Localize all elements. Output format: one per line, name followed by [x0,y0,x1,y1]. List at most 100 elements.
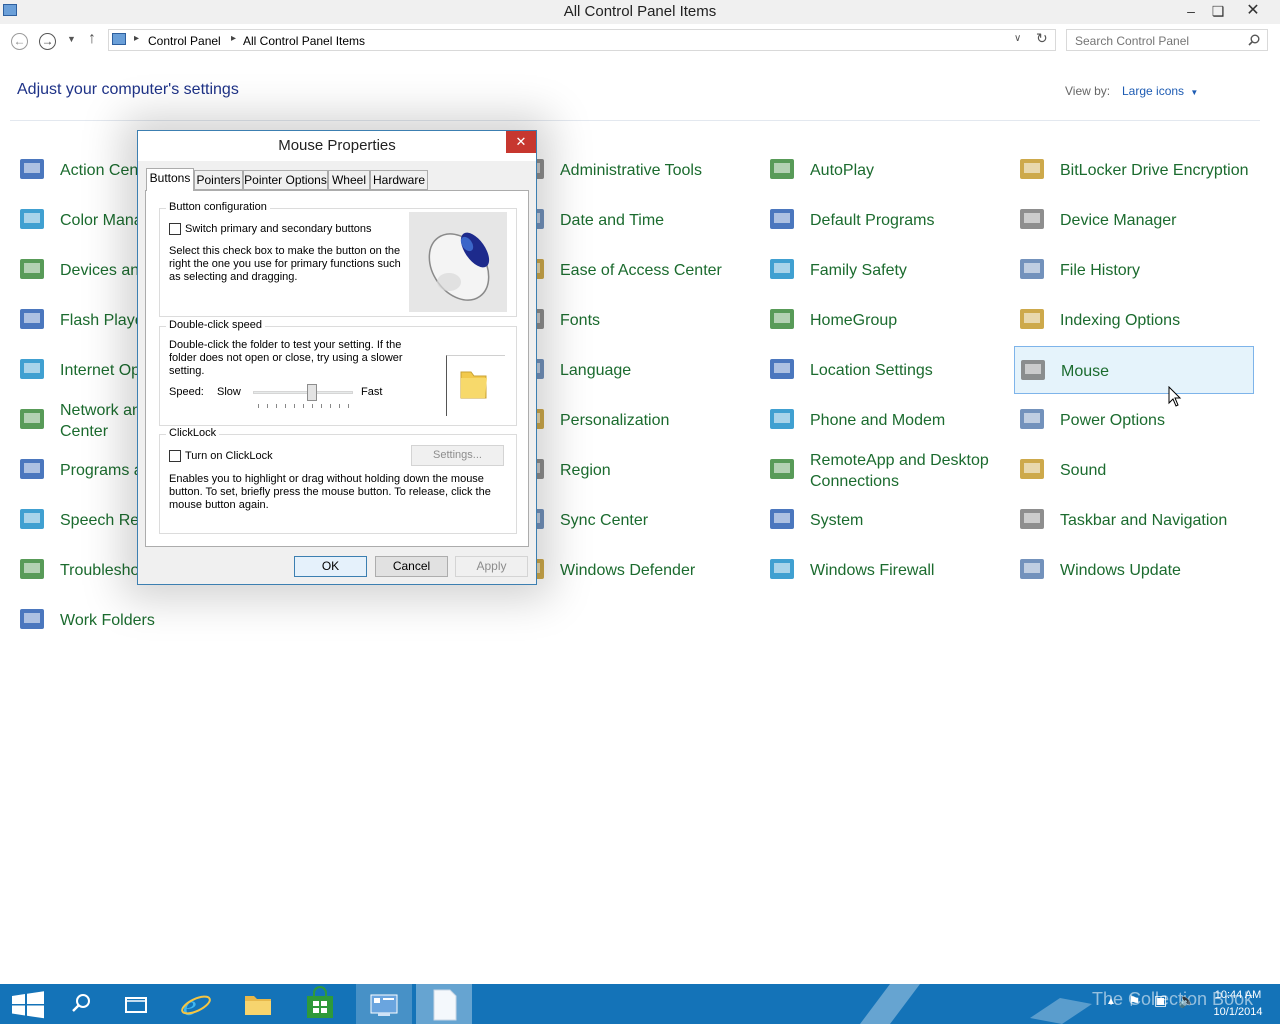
view-by-label: View by: [1065,84,1111,98]
control-panel-icon [112,33,126,45]
chevron-down-icon[interactable]: ∨ [1014,33,1021,44]
search-input[interactable] [1073,33,1247,49]
slider-tick [267,404,268,408]
close-button[interactable]: ✕ [1238,0,1268,22]
clock-date[interactable]: 10/1/2014 [1208,1006,1268,1018]
search-taskbar-button[interactable] [52,984,108,1024]
clock-time[interactable]: 10:44 AM [1208,989,1268,1001]
file-history-icon [1017,255,1047,285]
mouse-properties-dialog: Mouse Properties ✕ Buttons Pointers Poin… [137,130,537,585]
store-button[interactable] [292,984,348,1024]
cp-item-default-programs[interactable]: Default Programs [764,196,1004,244]
search-icon[interactable] [1248,34,1260,46]
control-panel-taskbar-button[interactable] [356,984,412,1024]
cp-item-windows-firewall[interactable]: Windows Firewall [764,546,1004,594]
switch-buttons-checkbox[interactable] [169,223,181,235]
clicklock-checkbox[interactable] [169,450,181,462]
cp-item-location-settings[interactable]: Location Settings [764,346,1004,394]
cp-item-windows-update[interactable]: Windows Update [1014,546,1254,594]
cp-item-phone-and-modem[interactable]: Phone and Modem [764,396,1004,444]
test-folder-area[interactable] [446,355,505,416]
volume-icon[interactable]: 🔈 [1178,992,1195,1009]
power-icon [1017,405,1047,435]
cp-item-device-manager[interactable]: Device Manager [1014,196,1254,244]
cp-item-power-options[interactable]: Power Options [1014,396,1254,444]
minimize-button[interactable]: ‒ [1176,0,1206,22]
tab-buttons[interactable]: Buttons [146,168,194,191]
cp-item-label: Location Settings [810,362,933,379]
view-by-dropdown[interactable]: Large icons ▼ [1122,84,1198,98]
tab-hardware[interactable]: Hardware [370,170,428,190]
cp-item-homegroup[interactable]: HomeGroup [764,296,1004,344]
up-button[interactable]: ↑ [88,30,96,48]
search-box[interactable] [1066,29,1268,51]
ok-button[interactable]: OK [294,556,367,577]
clicklock-settings-button[interactable]: Settings... [411,445,504,466]
slider-tick [312,404,313,408]
cp-item-work-folders[interactable]: Work Folders [14,596,254,644]
folder-icon[interactable] [447,356,505,416]
cp-item-language[interactable]: Language [514,346,754,394]
cp-item-sync-center[interactable]: Sync Center [514,496,754,544]
search-icon [72,994,90,1012]
group-title: Double-click speed [166,319,265,331]
cancel-button[interactable]: Cancel [375,556,448,577]
cp-item-family-safety[interactable]: Family Safety [764,246,1004,294]
slider-thumb[interactable] [307,384,317,401]
cp-item-administrative-tools[interactable]: Administrative Tools [514,146,754,194]
cp-item-date-and-time[interactable]: Date and Time [514,196,754,244]
mouse-properties-taskbar-button[interactable] [416,984,472,1024]
cp-item-mouse[interactable]: Mouse [1014,346,1254,394]
window-titlebar: All Control Panel Items ‒ ❏ ✕ [0,0,1280,24]
cp-item-windows-defender[interactable]: Windows Defender [514,546,754,594]
cp-item-system[interactable]: System [764,496,1004,544]
control-panel-icon [370,994,398,1016]
tab-pointers[interactable]: Pointers [194,170,243,190]
recent-locations-dropdown[interactable]: ▼ [67,34,76,44]
cp-item-remoteapp-and-desktop-connections[interactable]: RemoteApp and Desktop Connections [764,446,1004,494]
cp-item-fonts[interactable]: Fonts [514,296,754,344]
update-icon [1017,555,1047,585]
breadcrumb-all-items[interactable]: All Control Panel Items [243,34,365,48]
cp-item-taskbar-and-navigation[interactable]: Taskbar and Navigation [1014,496,1254,544]
forward-button[interactable]: → [39,33,56,50]
cp-item-indexing-options[interactable]: Indexing Options [1014,296,1254,344]
task-view-button[interactable] [108,984,164,1024]
slider-tick [285,404,286,408]
slider-tick [303,404,304,408]
cp-item-label: Indexing Options [1060,312,1181,329]
speed-slider[interactable] [253,384,353,414]
cp-item-label: Power Options [1060,412,1165,429]
restore-button[interactable]: ❏ [1203,0,1233,22]
cp-item-label: Language [560,362,632,379]
tab-pointer-options[interactable]: Pointer Options [243,170,328,190]
network-icon[interactable]: ▣ [1154,992,1167,1009]
indexing-icon [1017,305,1047,335]
start-button[interactable] [0,984,56,1024]
action-center-flag-icon[interactable]: ⚑ [1128,993,1141,1010]
cp-item-autoplay[interactable]: AutoPlay [764,146,1004,194]
cp-item-region[interactable]: Region [514,446,754,494]
file-explorer-button[interactable] [230,984,286,1024]
homegroup-icon [767,305,797,335]
apply-button[interactable]: Apply [455,556,528,577]
back-button[interactable]: ← [11,33,28,50]
dialog-close-button[interactable]: ✕ [506,131,536,153]
show-hidden-icons-button[interactable]: ▲ [1106,996,1116,1007]
cp-item-personalization[interactable]: Personalization [514,396,754,444]
tab-wheel[interactable]: Wheel [328,170,370,190]
refresh-icon[interactable]: ↻ [1036,30,1048,47]
breadcrumb-control-panel[interactable]: Control Panel [148,34,221,48]
folder-icon [17,605,47,635]
microphone-icon [17,505,47,535]
cp-item-file-history[interactable]: File History [1014,246,1254,294]
address-bar[interactable]: ▸ Control Panel ▸ All Control Panel Item… [108,29,1056,51]
cp-item-bitlocker-drive-encryption[interactable]: BitLocker Drive Encryption [1014,146,1254,194]
cp-item-label: Sync Center [560,512,649,529]
fast-label: Fast [361,386,383,398]
cp-item-sound[interactable]: Sound [1014,446,1254,494]
cp-item-label: Date and Time [560,212,665,229]
cp-item-ease-of-access-center[interactable]: Ease of Access Center [514,246,754,294]
internet-explorer-button[interactable]: e [168,984,224,1024]
cp-item-label: Family Safety [810,262,907,279]
